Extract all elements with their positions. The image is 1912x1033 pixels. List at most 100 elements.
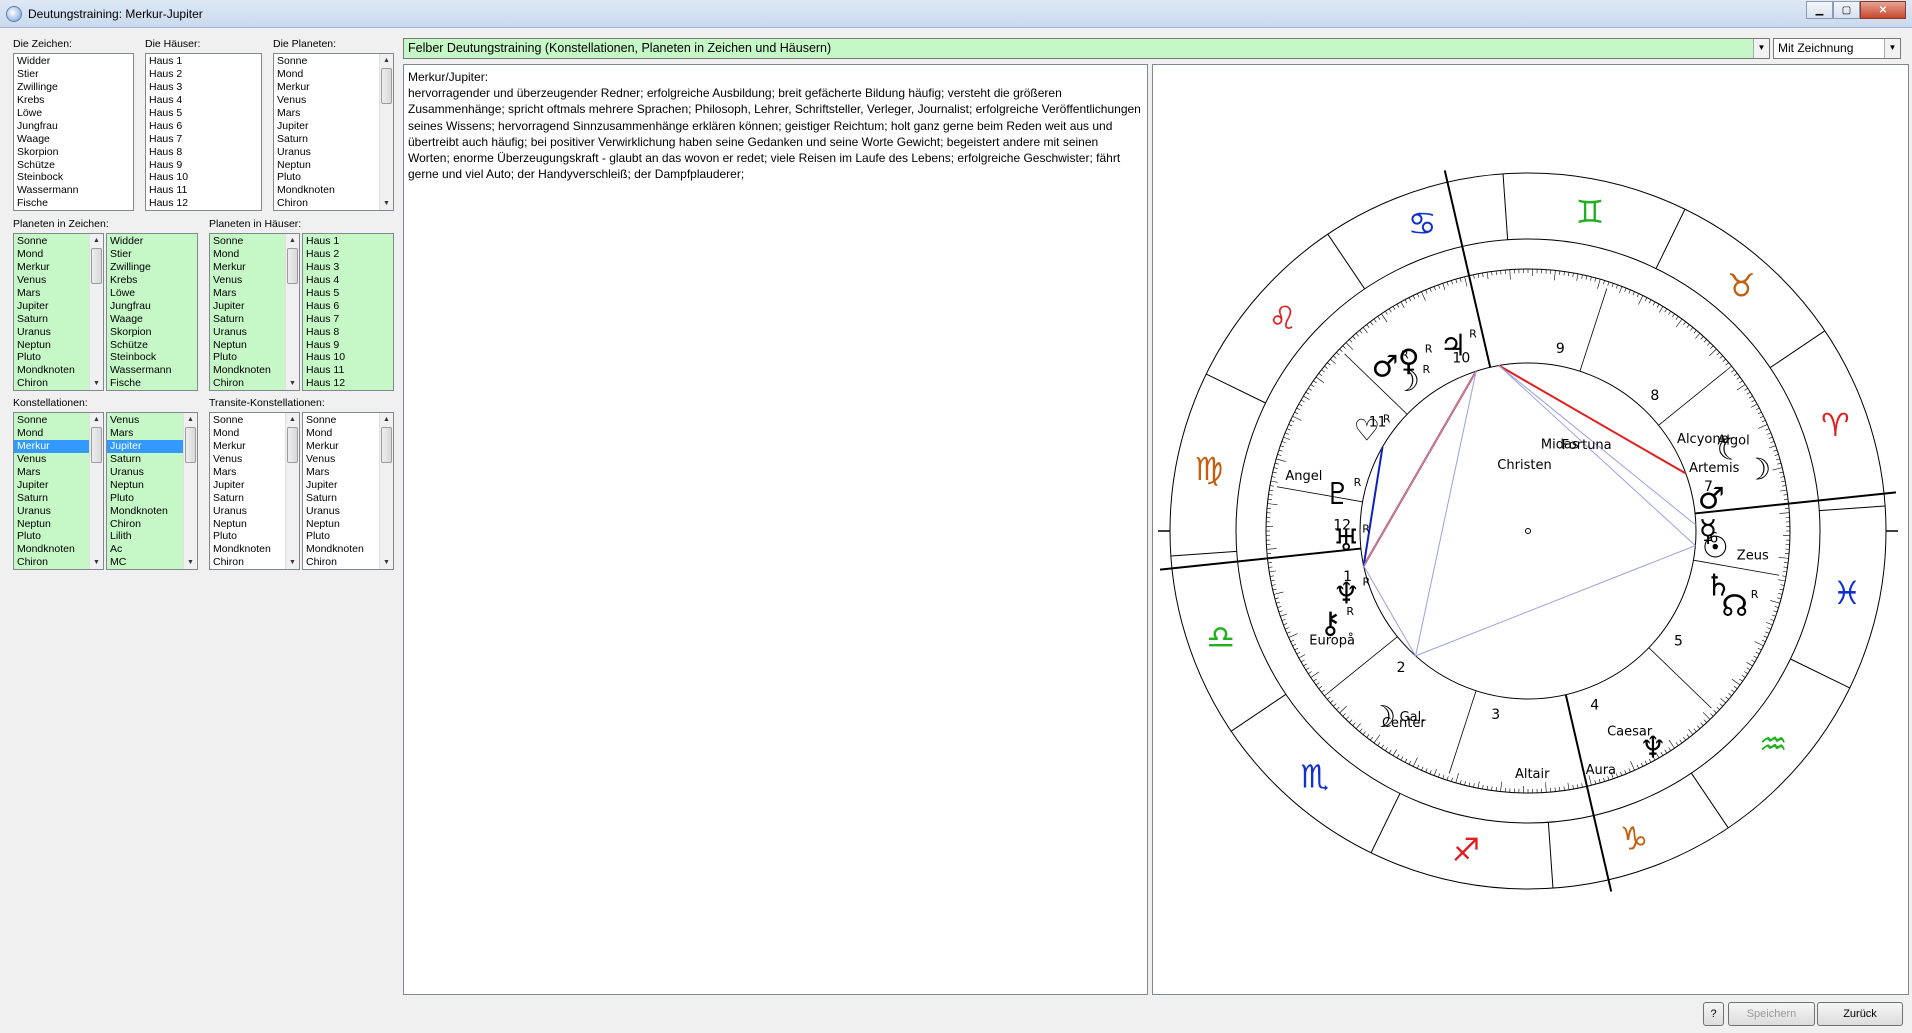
list-item[interactable]: Pluto xyxy=(210,530,285,543)
list-item[interactable]: Löwe xyxy=(107,287,197,300)
list-item[interactable]: Fische xyxy=(14,197,133,210)
list-item[interactable]: Merkur xyxy=(303,440,379,453)
list-item[interactable]: Haus 5 xyxy=(303,287,393,300)
save-button[interactable]: Speichern xyxy=(1728,1002,1815,1026)
scrollbar-thumb[interactable] xyxy=(185,427,196,463)
list-item[interactable]: Haus 4 xyxy=(303,274,393,287)
list-item[interactable]: Venus xyxy=(14,274,89,287)
list-item[interactable]: Skorpion xyxy=(14,146,133,159)
list-item[interactable]: Stier xyxy=(107,248,197,261)
list-item[interactable]: Löwe xyxy=(14,107,133,120)
scrollbar-thumb[interactable] xyxy=(287,248,298,284)
list-item[interactable]: Venus xyxy=(107,414,183,427)
scroll-down-icon[interactable]: ▼ xyxy=(380,556,393,569)
list-item[interactable]: Saturn xyxy=(210,492,285,505)
list-item[interactable]: Merkur xyxy=(274,81,379,94)
scrollbar[interactable]: ▲ ▼ xyxy=(89,234,103,390)
pz-planeten-listbox[interactable]: Sonne Mond Merkur Venus Mars Jupiter Saturn Ura… xyxy=(13,233,104,391)
scrollbar-thumb[interactable] xyxy=(91,427,102,463)
drawing-combobox[interactable]: Mit Zeichnung ▼ xyxy=(1773,38,1901,59)
chevron-down-icon[interactable]: ▼ xyxy=(1753,39,1769,58)
list-item[interactable]: Chiron xyxy=(107,518,183,531)
scrollbar-thumb[interactable] xyxy=(287,427,298,463)
list-item[interactable]: Sonne xyxy=(303,414,379,427)
list-item[interactable]: Zwillinge xyxy=(14,81,133,94)
list-item[interactable]: Venus xyxy=(210,274,285,287)
list-item[interactable]: Saturn xyxy=(14,492,89,505)
list-item[interactable]: Venus xyxy=(14,453,89,466)
list-item[interactable]: Sonne xyxy=(274,55,379,68)
list-item[interactable]: Sonne xyxy=(210,235,285,248)
list-item[interactable]: Mondknoten xyxy=(210,364,285,377)
konst-b-listbox[interactable]: Venus Mars Jupiter Saturn Uranus Neptun Pluto M… xyxy=(106,412,198,570)
list-item[interactable]: Mondknoten xyxy=(274,184,379,197)
list-item[interactable]: Haus 11 xyxy=(146,184,261,197)
list-item[interactable]: Sonne xyxy=(14,414,89,427)
list-item[interactable]: Pluto xyxy=(107,492,183,505)
close-icon[interactable]: ✕ xyxy=(1860,1,1906,19)
scroll-up-icon[interactable]: ▲ xyxy=(380,54,393,67)
list-item[interactable]: Haus 6 xyxy=(303,300,393,313)
list-item[interactable]: Neptun xyxy=(303,518,379,531)
list-item[interactable]: Uranus xyxy=(14,326,89,339)
list-item[interactable]: Mars xyxy=(107,427,183,440)
list-item[interactable]: Mondknoten xyxy=(14,543,89,556)
list-item[interactable]: Mond xyxy=(14,248,89,261)
list-item[interactable]: Haus 10 xyxy=(303,351,393,364)
back-button[interactable]: Zurück xyxy=(1817,1002,1903,1026)
list-item[interactable]: Chiron xyxy=(210,377,285,390)
list-item[interactable]: Merkur xyxy=(210,261,285,274)
list-item[interactable]: Saturn xyxy=(303,492,379,505)
list-item[interactable]: Jungfrau xyxy=(14,120,133,133)
list-item[interactable]: Neptun xyxy=(14,339,89,352)
list-item[interactable]: Haus 2 xyxy=(303,248,393,261)
list-item[interactable]: Jupiter xyxy=(107,439,183,453)
list-item[interactable]: Haus 9 xyxy=(146,159,261,172)
list-item[interactable]: Neptun xyxy=(14,518,89,531)
list-item[interactable]: Saturn xyxy=(274,133,379,146)
scroll-down-icon[interactable]: ▼ xyxy=(184,556,197,569)
list-item[interactable]: Mond xyxy=(14,427,89,440)
ph-haeuser-listbox[interactable]: Haus 1 Haus 2 Haus 3 Haus 4 Haus 5 Haus 6 Haus… xyxy=(302,233,394,391)
list-item[interactable]: Mars xyxy=(14,287,89,300)
list-item[interactable]: Haus 7 xyxy=(303,313,393,326)
list-item[interactable]: Jungfrau xyxy=(107,300,197,313)
list-item[interactable]: Mars xyxy=(14,466,89,479)
list-item[interactable]: Merkur xyxy=(14,439,89,453)
list-item[interactable]: Wassermann xyxy=(14,184,133,197)
scrollbar[interactable]: ▲ ▼ xyxy=(89,413,103,569)
list-item[interactable]: Mars xyxy=(210,287,285,300)
zeichen-listbox[interactable]: Widder Stier Zwillinge Krebs Löwe Jungfrau Waa… xyxy=(13,53,134,211)
list-item[interactable]: Merkur xyxy=(210,440,285,453)
list-item[interactable]: Mondknoten xyxy=(14,364,89,377)
list-item[interactable]: Haus 8 xyxy=(303,326,393,339)
list-item[interactable]: Schütze xyxy=(14,159,133,172)
chevron-down-icon[interactable]: ▼ xyxy=(1884,39,1900,58)
list-item[interactable]: Chiron xyxy=(14,377,89,390)
list-item[interactable]: Merkur xyxy=(14,261,89,274)
list-item[interactable]: Ac xyxy=(107,543,183,556)
list-item[interactable]: Haus 12 xyxy=(303,377,393,390)
list-item[interactable]: Haus 11 xyxy=(303,364,393,377)
scroll-up-icon[interactable]: ▲ xyxy=(286,413,299,426)
list-item[interactable]: Jupiter xyxy=(210,300,285,313)
minimize-icon[interactable]: ▁ xyxy=(1806,1,1833,19)
list-item[interactable]: Pluto xyxy=(303,530,379,543)
list-item[interactable]: Mars xyxy=(210,466,285,479)
list-item[interactable]: Lilith xyxy=(107,530,183,543)
list-item[interactable]: Mars xyxy=(274,107,379,120)
list-item[interactable]: Wassermann xyxy=(107,364,197,377)
list-item[interactable]: Saturn xyxy=(210,313,285,326)
list-item[interactable]: Uranus xyxy=(210,326,285,339)
scroll-down-icon[interactable]: ▼ xyxy=(286,377,299,390)
list-item[interactable]: Haus 3 xyxy=(303,261,393,274)
konst-a-listbox[interactable]: Sonne Mond Merkur Venus Mars Jupiter Saturn Ura… xyxy=(13,412,104,570)
list-item[interactable]: Haus 10 xyxy=(146,171,261,184)
list-item[interactable]: Haus 6 xyxy=(146,120,261,133)
scroll-down-icon[interactable]: ▼ xyxy=(380,197,393,210)
list-item[interactable]: Haus 2 xyxy=(146,68,261,81)
list-item[interactable]: Haus 8 xyxy=(146,146,261,159)
list-item[interactable]: Pluto xyxy=(14,530,89,543)
list-item[interactable]: Jupiter xyxy=(274,120,379,133)
list-item[interactable]: Waage xyxy=(14,133,133,146)
